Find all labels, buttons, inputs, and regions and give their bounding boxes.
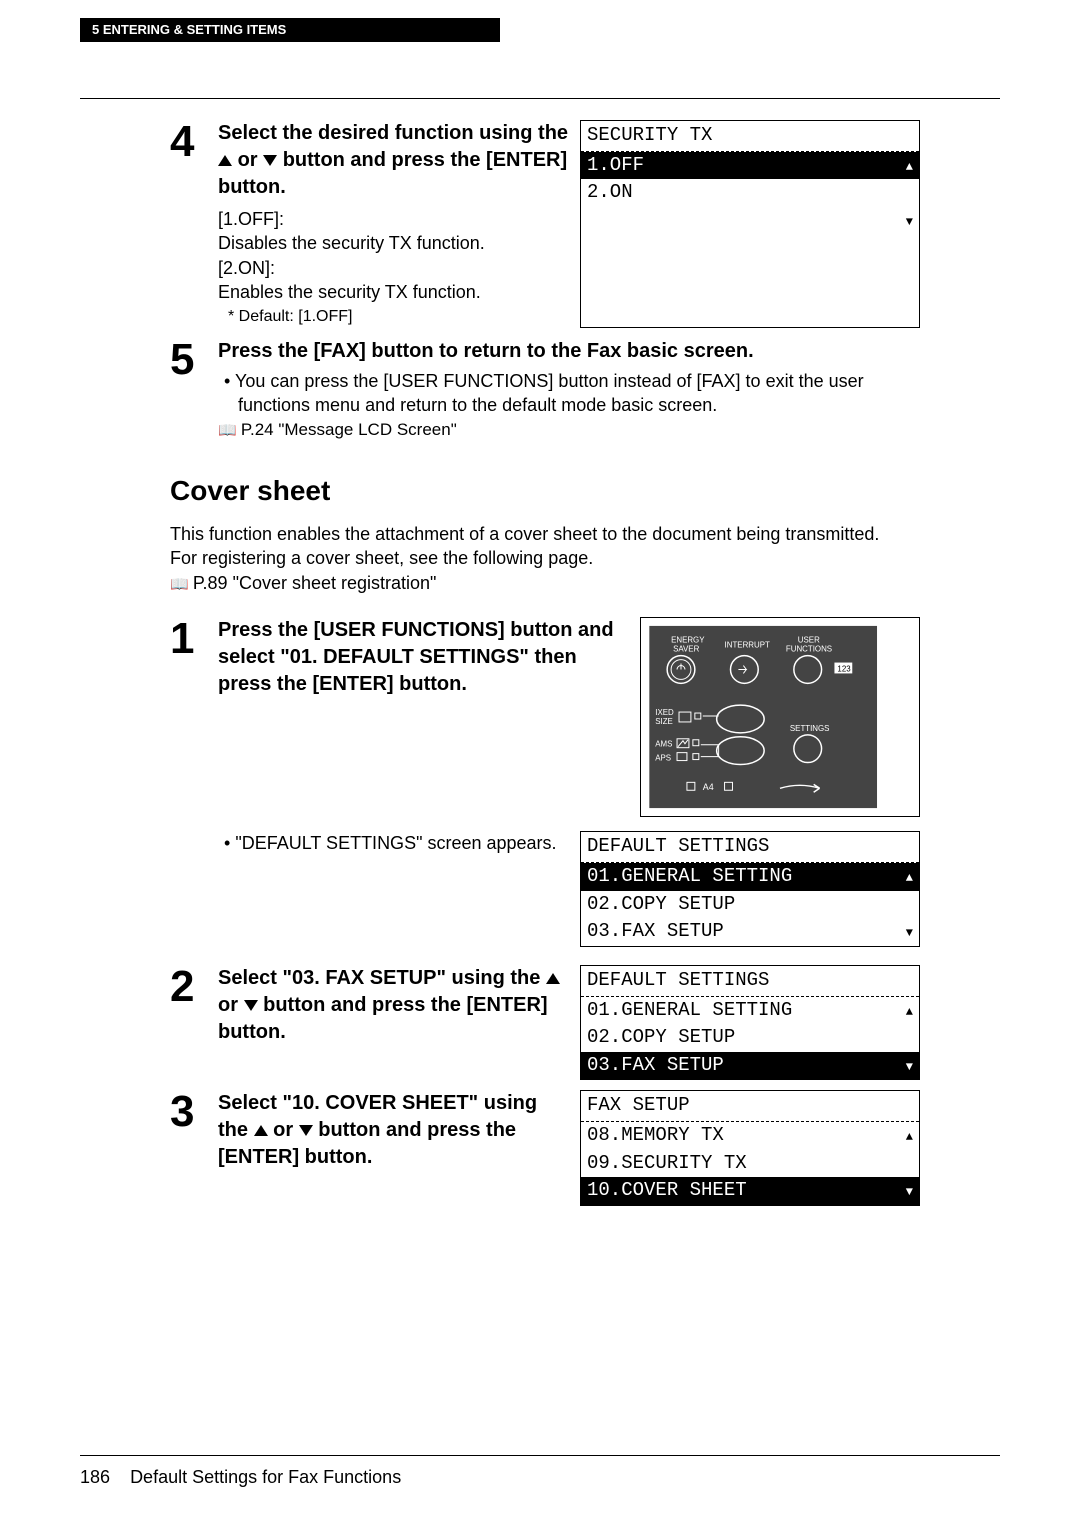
cs-step-2: 2 Select "03. FAX SETUP" using the or bu… xyxy=(170,965,920,1081)
cs1-title: Press the [USER FUNCTIONS] button and se… xyxy=(218,617,630,698)
step4-text-a: Select the desired function using the xyxy=(218,122,568,144)
step-number: 5 xyxy=(170,338,210,443)
cs3-b: or xyxy=(273,1119,299,1141)
lcd-up-icon xyxy=(906,153,913,179)
top-rule xyxy=(80,98,1000,99)
lcd-title: DEFAULT SETTINGS xyxy=(581,966,919,997)
cs-step-3: 3 Select "10. COVER SHEET" using the or … xyxy=(170,1090,920,1206)
lcd-down-icon xyxy=(906,1053,913,1079)
lcd-row: 08.MEMORY TX xyxy=(581,1122,919,1150)
step5-ref: P.24 "Message LCD Screen" xyxy=(218,419,920,442)
control-panel-illustration: ENERGY SAVER INTERRUPT USER FUNCTIONS xyxy=(640,617,920,817)
step5-title: Press the [FAX] button to return to the … xyxy=(218,338,920,365)
off-label: [1.OFF]: xyxy=(218,207,572,231)
cs2-a: Select "03. FAX SETUP" using the xyxy=(218,967,546,989)
lcd-down-icon xyxy=(906,1178,913,1204)
lcd-title: SECURITY TX xyxy=(581,121,919,152)
lcd-row: 2.ON xyxy=(581,179,919,207)
svg-text:AMS: AMS xyxy=(655,740,672,749)
lcd-row: 09.SECURITY TX xyxy=(581,1150,919,1178)
lcd-row: 02.COPY SETUP xyxy=(581,1024,919,1052)
step-number: 1 xyxy=(170,617,210,947)
up-arrow-icon xyxy=(546,973,560,984)
lcd-row-selected: 01.GENERAL SETTING xyxy=(581,863,919,891)
lcd-default-settings-2: DEFAULT SETTINGS 01.GENERAL SETTING 02.C… xyxy=(580,965,920,1081)
lcd-default-settings-1: DEFAULT SETTINGS 01.GENERAL SETTING 02.C… xyxy=(580,831,920,947)
down-arrow-icon xyxy=(263,155,277,166)
lcd-row-blank xyxy=(581,207,919,235)
svg-text:IXED: IXED xyxy=(655,708,674,717)
up-arrow-icon xyxy=(254,1125,268,1136)
lcd-up-icon xyxy=(906,1123,913,1149)
svg-text:SETTINGS: SETTINGS xyxy=(790,724,830,733)
footer-title: Default Settings for Fax Functions xyxy=(130,1467,401,1487)
on-label: [2.ON]: xyxy=(218,256,572,280)
section-cover-sheet: Cover sheet xyxy=(170,472,920,510)
svg-text:SAVER: SAVER xyxy=(673,645,700,654)
lcd-row: 01.GENERAL SETTING xyxy=(581,997,919,1025)
cs2-c: button and press the [ENTER] button. xyxy=(218,994,548,1043)
lcd-fax-setup: FAX SETUP 08.MEMORY TX 09.SECURITY TX 10… xyxy=(580,1090,920,1206)
page-number: 186 xyxy=(80,1467,110,1487)
lcd-down-icon xyxy=(906,919,913,945)
footer-rule xyxy=(80,1455,1000,1456)
svg-text:A4: A4 xyxy=(703,782,714,792)
svg-text:USER: USER xyxy=(798,636,820,645)
cs1-bullet: • "DEFAULT SETTINGS" screen appears. xyxy=(218,831,570,855)
step4-text-b: or xyxy=(238,149,264,171)
svg-text:APS: APS xyxy=(655,754,671,763)
lcd-title: DEFAULT SETTINGS xyxy=(581,832,919,863)
page-content: 4 Select the desired function using the … xyxy=(170,120,920,1216)
step-4: 4 Select the desired function using the … xyxy=(170,120,920,328)
footer: 186 Default Settings for Fax Functions xyxy=(80,1467,401,1488)
step-number: 2 xyxy=(170,965,210,1081)
section-intro: This function enables the attachment of … xyxy=(170,522,920,595)
svg-text:INTERRUPT: INTERRUPT xyxy=(725,641,770,650)
lcd-up-icon xyxy=(906,864,913,890)
lcd-row-selected: 10.COVER SHEET xyxy=(581,1177,919,1205)
lcd-row: 03.FAX SETUP xyxy=(581,918,919,946)
cs-step-1: 1 Press the [USER FUNCTIONS] button and … xyxy=(170,617,920,947)
up-arrow-icon xyxy=(218,155,232,166)
down-arrow-icon xyxy=(244,1000,258,1011)
step-number: 3 xyxy=(170,1090,210,1206)
lcd-row: 02.COPY SETUP xyxy=(581,891,919,919)
lcd-row-selected: 1.OFF xyxy=(581,152,919,180)
default-note: * Default: [1.OFF] xyxy=(218,306,572,328)
off-desc: Disables the security TX function. xyxy=(218,231,572,255)
lcd-title: FAX SETUP xyxy=(581,1091,919,1122)
lcd-row-selected: 03.FAX SETUP xyxy=(581,1052,919,1080)
svg-text:SIZE: SIZE xyxy=(655,717,673,726)
svg-text:FUNCTIONS: FUNCTIONS xyxy=(786,645,832,654)
lcd-up-icon xyxy=(906,998,913,1024)
cs2-b: or xyxy=(218,994,244,1016)
svg-text:123: 123 xyxy=(837,664,851,673)
down-arrow-icon xyxy=(299,1125,313,1136)
step-5: 5 Press the [FAX] button to return to th… xyxy=(170,338,920,443)
step5-bullet: • You can press the [USER FUNCTIONS] but… xyxy=(218,369,920,418)
step-number: 4 xyxy=(170,120,210,328)
chapter-header: 5 ENTERING & SETTING ITEMS xyxy=(80,18,500,42)
lcd-security-tx: SECURITY TX 1.OFF 2.ON xyxy=(580,120,920,328)
on-desc: Enables the security TX function. xyxy=(218,280,572,304)
section-ref: P.89 "Cover sheet registration" xyxy=(170,571,920,595)
lcd-down-icon xyxy=(906,208,913,234)
svg-text:ENERGY: ENERGY xyxy=(671,636,705,645)
